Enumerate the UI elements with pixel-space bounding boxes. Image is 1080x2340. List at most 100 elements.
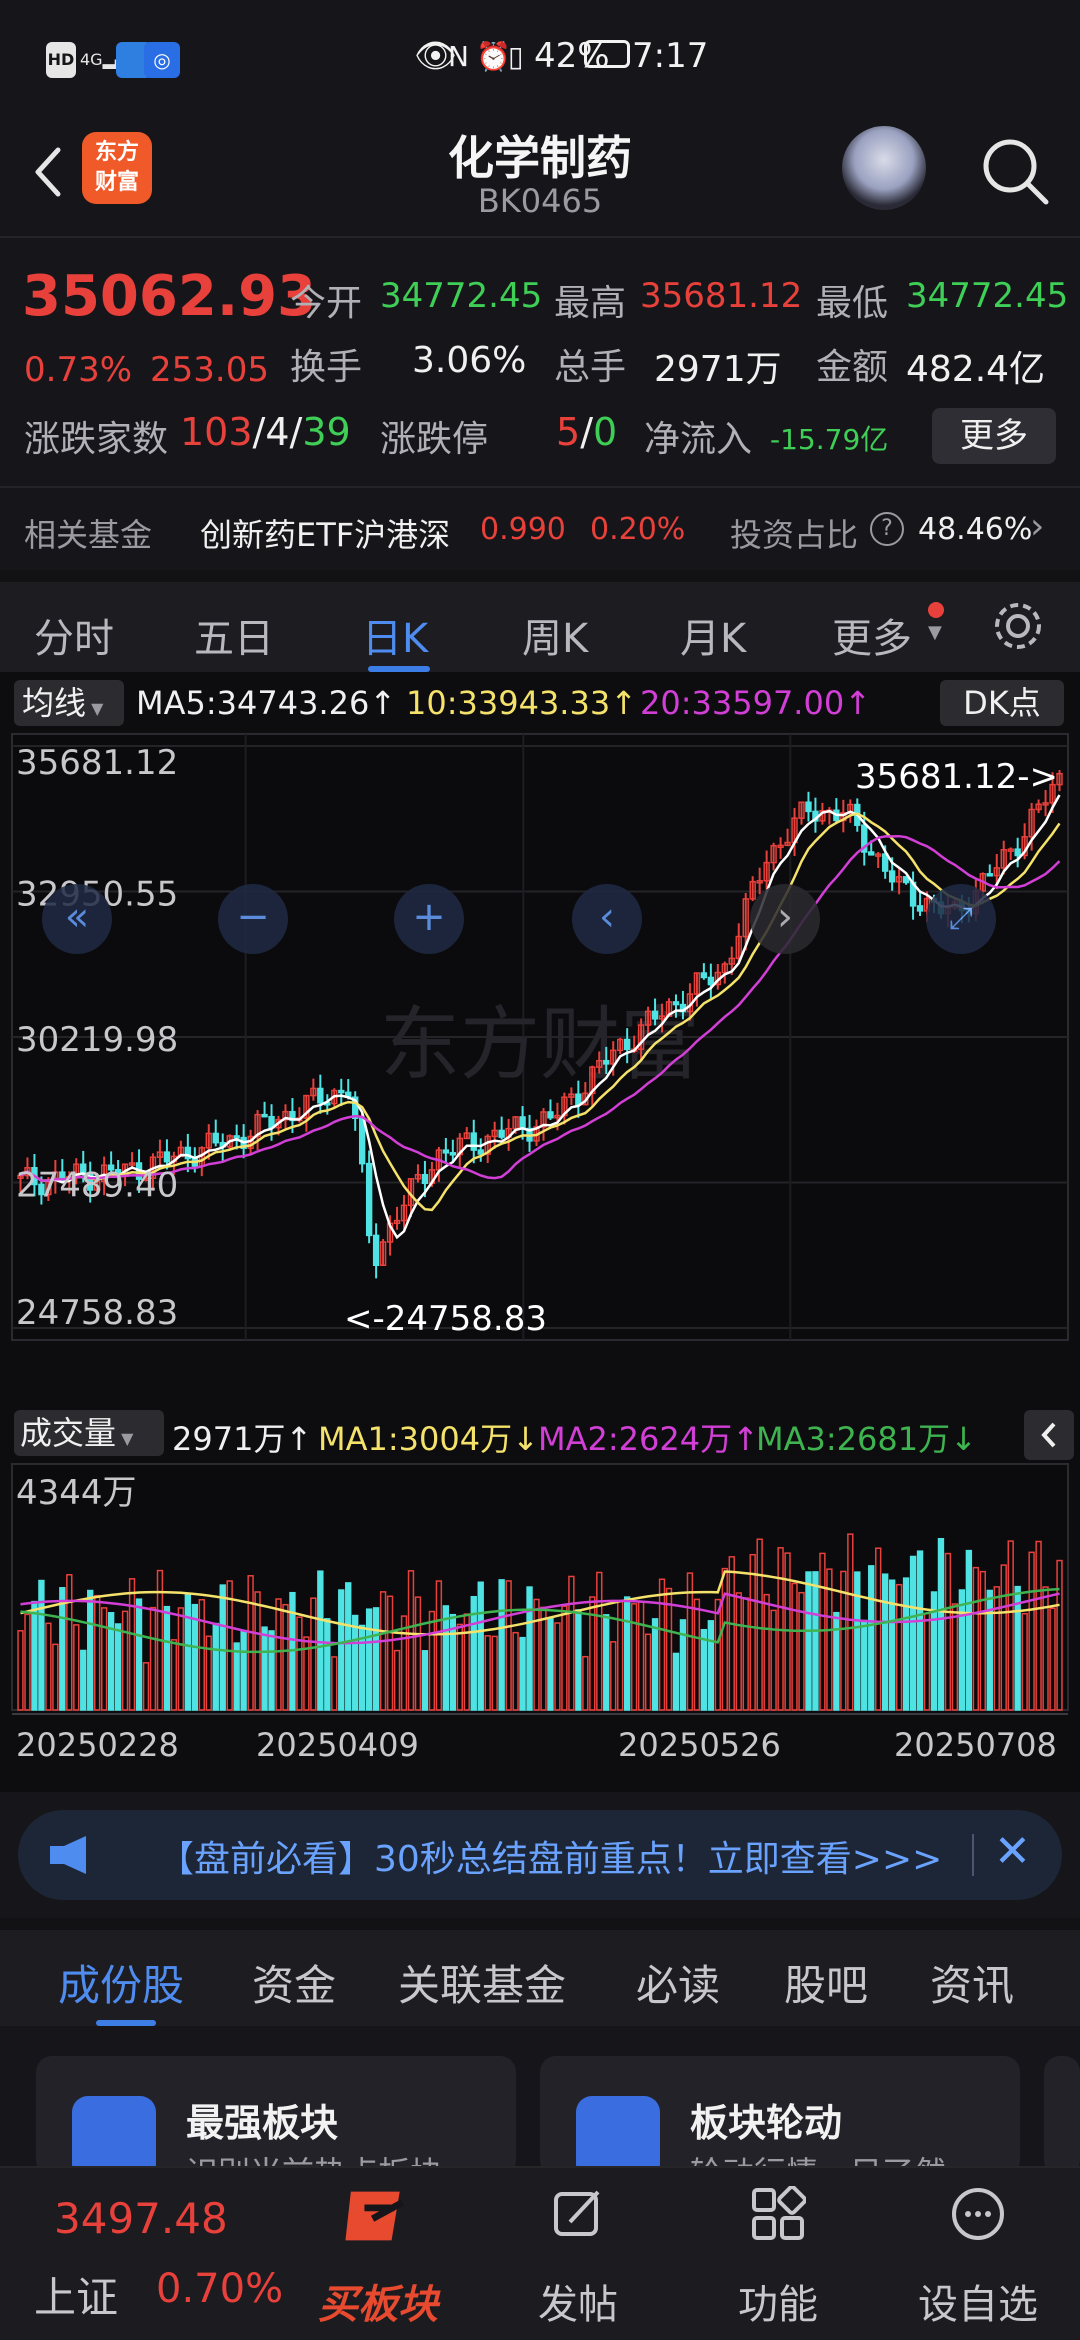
content-tabs: 成份股 资金 关联基金 必读 股吧 资讯 xyxy=(0,1918,1080,2026)
card-partial[interactable] xyxy=(1044,2056,1080,2176)
fund-price: 0.990 xyxy=(480,512,566,547)
candle-body xyxy=(470,1132,477,1151)
volume-bar xyxy=(916,1550,924,1711)
candle-body xyxy=(986,873,993,877)
x-tick-label: 20250409 xyxy=(256,1726,419,1764)
nav-functions[interactable]: 功能 xyxy=(670,2168,886,2340)
tab-constituents[interactable]: 成份股 xyxy=(58,1952,184,2013)
help-icon[interactable]: ? xyxy=(870,512,904,546)
candle-body xyxy=(212,1132,219,1144)
candle-body xyxy=(888,870,896,883)
kline-chart[interactable]: 东方财富35681.1232950.5530219.9827489.402475… xyxy=(0,672,1080,1792)
limit-value: 5/0 xyxy=(556,410,618,454)
invest-ratio-label: 投资占比 xyxy=(730,516,859,554)
scroll-left-icon[interactable]: ‹ xyxy=(572,884,642,954)
tab-daily-k[interactable]: 日K xyxy=(362,606,428,664)
candle-body xyxy=(603,1059,610,1065)
volume-bar xyxy=(345,1582,352,1711)
nav-label: 买板块 xyxy=(318,2282,438,2328)
card-sector-rotation[interactable]: 板块轮动 轮动行情一目了然 xyxy=(540,2056,1020,2176)
index-ticker[interactable]: 3497.48 上证 0.70% xyxy=(0,2168,283,2340)
candle-body xyxy=(700,972,708,979)
dk-point-button[interactable]: DK点 xyxy=(940,680,1064,726)
volume-bar xyxy=(833,1611,840,1711)
assistant-robot-icon[interactable] xyxy=(842,126,926,210)
volume-bar xyxy=(87,1589,94,1711)
tab-forum[interactable]: 股吧 xyxy=(784,1952,868,2013)
fund-label: 相关基金 xyxy=(24,516,153,554)
tab-more[interactable]: 更多 xyxy=(832,606,912,664)
last-price: 35062.93 xyxy=(22,264,317,329)
tab-news[interactable]: 资讯 xyxy=(930,1952,1014,2013)
scroll-left-fast-icon[interactable]: « xyxy=(42,884,112,954)
adv-down-count: 39 xyxy=(302,410,351,454)
scroll-right-icon[interactable]: › xyxy=(750,884,820,954)
tab-must-read[interactable]: 必读 xyxy=(636,1952,720,2013)
card-strongest-sector[interactable]: 最强板块 识别当前热点板块 xyxy=(36,2056,516,2176)
vibrate-icon: ▯ xyxy=(508,40,524,73)
volume-bar xyxy=(672,1652,680,1711)
ma-select-button[interactable]: 均线 ▼ xyxy=(14,680,124,726)
close-icon[interactable]: ✕ xyxy=(994,1826,1031,1877)
related-fund-row[interactable]: 相关基金 创新药ETF沪港深 0.990 0.20% 投资占比 ? 48.46%… xyxy=(0,486,1080,566)
zoom-out-icon[interactable]: − xyxy=(218,884,288,954)
tab-monthly-k[interactable]: 月K xyxy=(680,606,746,664)
vol-ma2-value: MA2:2624万↑ xyxy=(538,1420,759,1458)
nav-post[interactable]: 发帖 xyxy=(470,2168,686,2340)
settings-gear-icon[interactable] xyxy=(990,598,1046,654)
fullscreen-icon[interactable]: ⤢ xyxy=(926,884,996,954)
rotation-icon xyxy=(576,2096,660,2176)
low-label: 最低 xyxy=(816,283,889,324)
4g-signal-icon: 4G▂▄▆ xyxy=(80,50,140,69)
candle-body xyxy=(163,1151,171,1163)
candle-body xyxy=(547,1111,554,1119)
volume-bar xyxy=(881,1573,889,1711)
candle-body xyxy=(421,1173,429,1185)
card-title: 最强板块 xyxy=(186,2101,339,2145)
change-percent: 0.73% xyxy=(24,350,133,390)
limit-up-count: 5 xyxy=(556,410,581,454)
notification-dot xyxy=(928,602,944,618)
nav-buy-sector[interactable]: 买板块 xyxy=(270,2168,486,2340)
promo-banner[interactable]: 【盘前必看】30秒总结盘前重点！立即查看>>> ✕ xyxy=(18,1810,1062,1900)
volume-select-button[interactable]: 成交量 ▼ xyxy=(14,1410,164,1456)
chevron-right-icon: › xyxy=(1030,506,1045,547)
nav-add-watchlist[interactable]: 设自选 xyxy=(870,2168,1080,2340)
volume-bar xyxy=(352,1614,359,1711)
clock: 7:17 xyxy=(632,36,709,76)
status-bar: HD 4G▂▄▆ ◎ 👁 N ⏰ ▯ 42% 7:17 xyxy=(0,0,1080,120)
candle-body xyxy=(338,1089,345,1094)
vol-value: 2971万↑ xyxy=(172,1420,313,1458)
volume-bar xyxy=(80,1649,87,1711)
volume-bar xyxy=(421,1650,429,1711)
low-value: 34772.45 xyxy=(906,276,1069,316)
zoom-in-icon[interactable]: + xyxy=(394,884,464,954)
volume-bar xyxy=(902,1577,910,1711)
tab-intraday[interactable]: 分时 xyxy=(34,606,114,664)
hd-icon: HD xyxy=(46,42,76,78)
tab-related-funds[interactable]: 关联基金 xyxy=(398,1952,566,2013)
volume-bar xyxy=(442,1605,450,1711)
more-quote-button[interactable]: 更多 xyxy=(932,408,1056,464)
volume-bar xyxy=(31,1600,38,1711)
candle-body xyxy=(519,1116,526,1130)
vol-max-label: 4344万 xyxy=(16,1473,137,1513)
volume-bar xyxy=(868,1565,875,1711)
index-value: 3497.48 xyxy=(54,2194,228,2243)
max-price-label: 35681.12-> xyxy=(855,757,1058,797)
open-value: 34772.45 xyxy=(380,276,543,316)
volume-bar xyxy=(854,1571,861,1711)
banner-divider xyxy=(972,1834,974,1876)
collapse-arrow-icon[interactable] xyxy=(1024,1410,1074,1460)
vol-btn-label: 成交量 xyxy=(20,1414,117,1452)
tab-five-day[interactable]: 五日 xyxy=(194,606,274,664)
search-icon[interactable] xyxy=(976,132,1056,212)
tab-weekly-k[interactable]: 周K xyxy=(522,606,588,664)
chart-canvas[interactable]: 东方财富35681.1232950.5530219.9827489.402475… xyxy=(0,672,1080,1792)
volume-bar xyxy=(163,1605,171,1711)
tab-capital[interactable]: 资金 xyxy=(252,1952,336,2013)
high-label: 最高 xyxy=(554,283,627,324)
open-label: 今开 xyxy=(290,283,363,324)
volume-bar xyxy=(114,1623,122,1711)
y-tick-label: 35681.12 xyxy=(16,743,178,783)
